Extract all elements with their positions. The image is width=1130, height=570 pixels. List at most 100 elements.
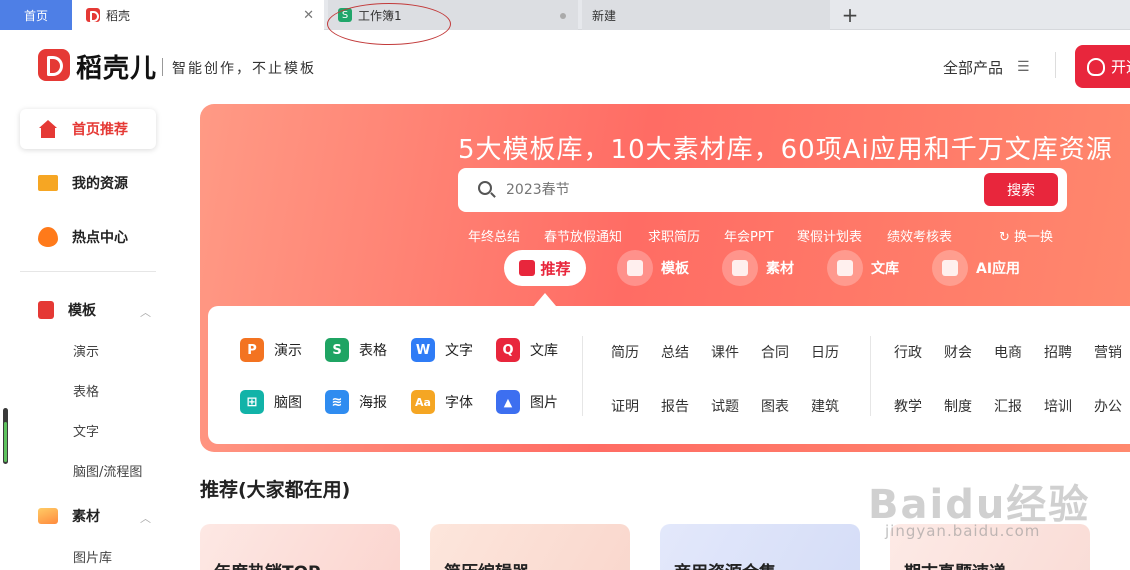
- image-icon: [722, 250, 758, 286]
- open-membership-button[interactable]: 开通: [1075, 45, 1130, 88]
- category-tab-ai[interactable]: AI应用: [932, 250, 1020, 286]
- watermark-url: jingyan.baidu.com: [885, 522, 1041, 540]
- category-link[interactable]: 图表: [761, 396, 789, 416]
- sidebar-item-label: 首页推荐: [72, 122, 128, 138]
- category-link[interactable]: 建筑: [811, 396, 839, 416]
- category-link[interactable]: 制度: [944, 396, 972, 416]
- flame-icon: [38, 227, 58, 247]
- category-label: AI应用: [976, 261, 1021, 277]
- tab-docer-label: 稻壳: [106, 8, 131, 23]
- recommend-card[interactable]: 年度热销TOP: [200, 524, 400, 570]
- category-link[interactable]: 总结: [661, 342, 689, 362]
- search-input[interactable]: [506, 180, 966, 200]
- category-link[interactable]: 汇报: [994, 396, 1022, 416]
- close-icon[interactable]: ✕: [303, 8, 314, 23]
- tab-home[interactable]: 首页: [0, 0, 72, 30]
- card-title: 期末真题速递: [904, 558, 1006, 570]
- category-link[interactable]: 日历: [811, 342, 839, 362]
- category-tab-library[interactable]: 文库: [827, 250, 899, 286]
- tab-home-label: 首页: [23, 8, 48, 23]
- category-label: 素材: [766, 261, 794, 277]
- library-icon: Q: [496, 338, 520, 362]
- tab-new[interactable]: 新建: [582, 0, 830, 30]
- spreadsheet-icon: S: [325, 338, 349, 362]
- sidebar-item-home[interactable]: 首页推荐: [20, 109, 156, 149]
- app-label: 图片: [530, 395, 558, 411]
- chevron-up-icon[interactable]: ︿: [140, 510, 151, 526]
- docer-logo-icon: [86, 8, 100, 22]
- app-label: 演示: [274, 343, 302, 359]
- app-presentation[interactable]: P 演示: [240, 338, 302, 362]
- chevron-up-icon[interactable]: ︿: [140, 304, 151, 320]
- panel-divider: [870, 336, 871, 416]
- app-images[interactable]: ▲ 图片: [496, 390, 558, 414]
- hot-tag[interactable]: 寒假计划表: [797, 226, 862, 245]
- logo-text[interactable]: 稻壳儿: [76, 48, 157, 85]
- search-button[interactable]: 搜索: [984, 173, 1058, 206]
- ai-cube-icon: [932, 250, 968, 286]
- hot-tag[interactable]: 年会PPT: [724, 226, 774, 245]
- sidebar-sub-ppt[interactable]: 演示: [73, 341, 99, 360]
- app-mindmap[interactable]: ⊞ 脑图: [240, 390, 302, 414]
- category-label: 模板: [661, 261, 689, 277]
- menu-icon[interactable]: ☰: [1017, 59, 1030, 75]
- sidebar-sub-mindmap[interactable]: 脑图/流程图: [73, 461, 142, 480]
- poster-icon: ≋: [325, 390, 349, 414]
- category-label: 文库: [871, 261, 899, 277]
- sidebar-sub-doc[interactable]: 文字: [73, 421, 99, 440]
- category-tab-templates[interactable]: 模板: [617, 250, 689, 286]
- unsaved-dot-icon: [560, 13, 566, 19]
- book-icon: [827, 250, 863, 286]
- category-link[interactable]: 教学: [894, 396, 922, 416]
- refresh-link[interactable]: ↻ 换一换: [999, 226, 1053, 245]
- app-label: 文库: [530, 343, 558, 359]
- category-link[interactable]: 试题: [711, 396, 739, 416]
- sidebar-item-resources[interactable]: 我的资源: [20, 163, 156, 203]
- category-tab-material[interactable]: 素材: [722, 250, 794, 286]
- category-tab-recommend[interactable]: 推荐: [504, 250, 586, 286]
- category-link[interactable]: 办公: [1094, 396, 1122, 416]
- category-link[interactable]: 简历: [611, 342, 639, 362]
- app-poster[interactable]: ≋ 海报: [325, 390, 387, 414]
- app-library[interactable]: Q 文库: [496, 338, 558, 362]
- sidebar-sub-images[interactable]: 图片库: [73, 547, 112, 566]
- docer-logo-icon[interactable]: [38, 49, 70, 81]
- scrollbar[interactable]: [3, 408, 8, 464]
- recommend-card[interactable]: 商用资源合集: [660, 524, 860, 570]
- tab-new-label: 新建: [592, 8, 617, 23]
- logo-divider: [162, 58, 163, 76]
- app-label: 字体: [445, 395, 473, 411]
- category-link[interactable]: 财会: [944, 342, 972, 362]
- category-link[interactable]: 课件: [711, 342, 739, 362]
- category-link[interactable]: 电商: [994, 342, 1022, 362]
- category-link[interactable]: 培训: [1044, 396, 1072, 416]
- plus-icon: +: [841, 3, 859, 27]
- app-spreadsheet[interactable]: S 表格: [325, 338, 387, 362]
- hot-tag[interactable]: 求职简历: [648, 226, 700, 245]
- app-label: 脑图: [274, 395, 302, 411]
- new-tab-button[interactable]: +: [836, 0, 864, 30]
- app-writer[interactable]: W 文字: [411, 338, 473, 362]
- mindmap-icon: ⊞: [240, 390, 264, 414]
- tab-pointer: [534, 293, 556, 306]
- tab-docer[interactable]: 稻壳 ✕: [72, 0, 324, 30]
- category-link[interactable]: 报告: [661, 396, 689, 416]
- category-link[interactable]: 营销: [1094, 342, 1122, 362]
- category-link[interactable]: 招聘: [1044, 342, 1072, 362]
- sidebar-item-label: 热点中心: [72, 230, 128, 246]
- recommend-card[interactable]: 简历编辑器: [430, 524, 630, 570]
- category-link[interactable]: 行政: [894, 342, 922, 362]
- app-label: 文字: [445, 343, 473, 359]
- app-fonts[interactable]: Aa 字体: [411, 390, 473, 414]
- all-products-link[interactable]: 全部产品: [943, 57, 1003, 78]
- hot-tag[interactable]: 年终总结: [468, 226, 520, 245]
- category-link[interactable]: 合同: [761, 342, 789, 362]
- sidebar-item-templates[interactable]: 模板: [20, 290, 156, 330]
- sidebar-item-material[interactable]: 素材: [20, 496, 156, 536]
- hot-tag[interactable]: 春节放假通知: [544, 226, 622, 245]
- category-link[interactable]: 证明: [611, 396, 639, 416]
- sidebar-item-hot[interactable]: 热点中心: [20, 217, 156, 257]
- sidebar-sub-sheet[interactable]: 表格: [73, 381, 99, 400]
- presentation-icon: P: [240, 338, 264, 362]
- hot-tag[interactable]: 绩效考核表: [887, 226, 952, 245]
